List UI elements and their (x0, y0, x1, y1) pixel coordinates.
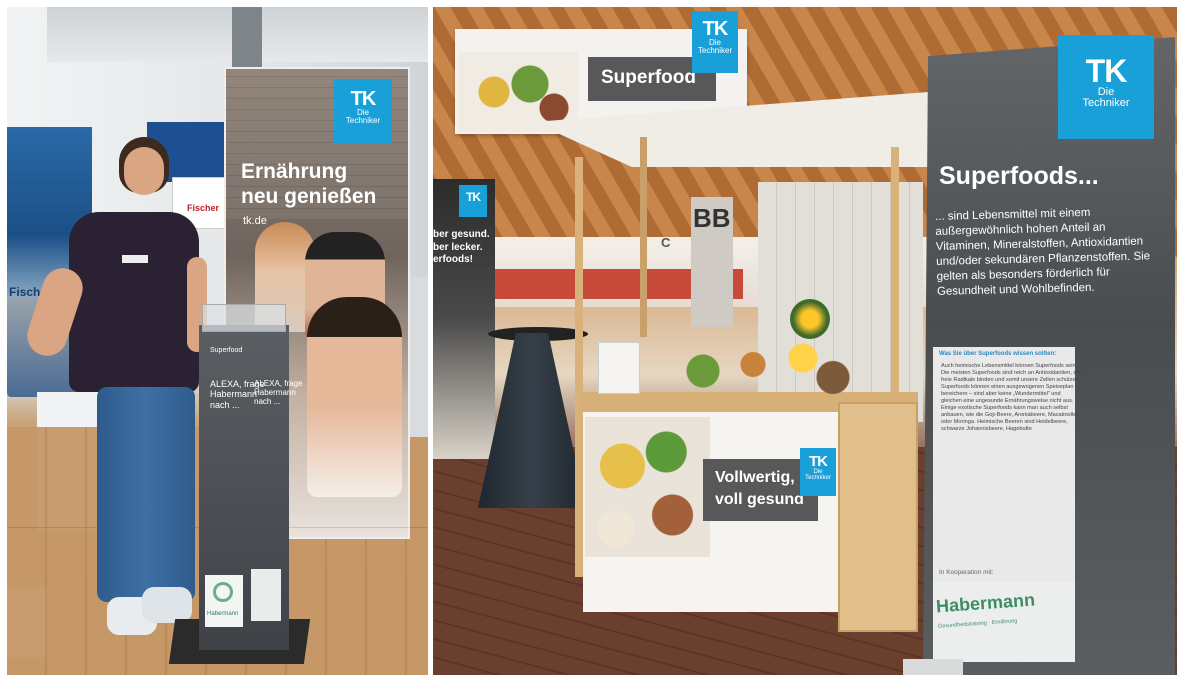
roof-tk-letters: TK (702, 18, 729, 40)
left-photo: Fisch Fischer TK Die Techniker Ernährung… (7, 7, 428, 675)
pillar-logo-panel-side (251, 569, 281, 621)
rollup-bullet: Die meisten Superfoods sind reich an Ant… (941, 370, 1081, 384)
rollup-base (903, 659, 963, 675)
rollup-body: ... sind Lebensmittel mit einem außergew… (934, 206, 1151, 298)
info-card (598, 342, 640, 394)
wall-letter-c: C (661, 235, 671, 250)
counter-title-line2: voll gesund (715, 491, 804, 508)
rollup-box-title: Was Sie über Superfoods wissen sollten: (939, 351, 1057, 357)
small-banner-tk-logo: TK (459, 185, 487, 217)
exhibitor-sign-text: Fischer (187, 203, 220, 213)
roof-title: Superfood (601, 67, 696, 88)
tk-logo-letters: TK (350, 88, 377, 110)
banner-url: tk.de (243, 215, 267, 227)
rollup-cooperation: In Kooperation mit: (939, 569, 994, 576)
small-banner (433, 179, 495, 459)
booth-cabinet (838, 402, 918, 632)
rollup-tk-line2: Techniker (1082, 97, 1130, 109)
tk-logo: TK Die Techniker (334, 79, 392, 143)
banner-person-woman-dark (307, 297, 402, 497)
person-shirt (69, 212, 199, 392)
pillar-brand: Superfood (210, 347, 243, 354)
roof-tk-logo: TK Die Techniker (692, 11, 738, 73)
small-banner-text: ber gesund. ber lecker. erfoods! (433, 229, 490, 265)
person-shoe-right (142, 587, 192, 623)
right-photo: BB C TK ber gesund. ber lecker. erfoods!… (433, 7, 1177, 675)
rollup-tk-letters: TK (1085, 53, 1128, 89)
rollup-bullet: Superfoods können einen ausgewogenen Spe… (941, 384, 1081, 405)
small-tk-letters: TK (466, 190, 481, 204)
pillar-logo-icon (213, 582, 233, 602)
pillar-top (202, 304, 286, 332)
sunflower-bouquet (790, 299, 830, 339)
person-face (124, 147, 164, 195)
rollup-title: Superfoods... (939, 162, 1099, 190)
person-jeans (97, 387, 195, 602)
roof-tk-line2: Techniker (697, 46, 733, 55)
counter-banner-food (585, 417, 710, 557)
building-column (232, 7, 262, 77)
rollup-bullet: Einige exotische Superfoods kann man auc… (941, 405, 1081, 433)
counter-tk-logo: TK Die Techniker (800, 448, 836, 496)
rollup-tk-logo: TK Die Techniker (1058, 35, 1154, 139)
rollup-bullet: Auch heimische Lebensmittel können Super… (941, 363, 1081, 370)
pillar-question-side: ALEXA, frage Habermann nach ... (254, 379, 303, 407)
tk-logo-line2: Techniker (345, 116, 381, 125)
counter-tk-letters: TK (809, 453, 828, 470)
banner-headline-line1: Ernährung (241, 160, 348, 183)
name-badge (122, 255, 148, 263)
booth-post (575, 157, 583, 577)
banner-headline-line2: neu genießen (241, 185, 377, 208)
produce-display (663, 332, 863, 397)
booth-post (640, 137, 647, 337)
wall-letters: BB (693, 203, 731, 233)
rollup-bullet-list: Auch heimische Lebensmittel können Super… (929, 363, 1081, 433)
counter-tk-line2: Techniker (805, 475, 831, 481)
counter-title-line1: Vollwertig, (715, 469, 795, 486)
pillar-logo-text: Habermann (207, 611, 239, 617)
